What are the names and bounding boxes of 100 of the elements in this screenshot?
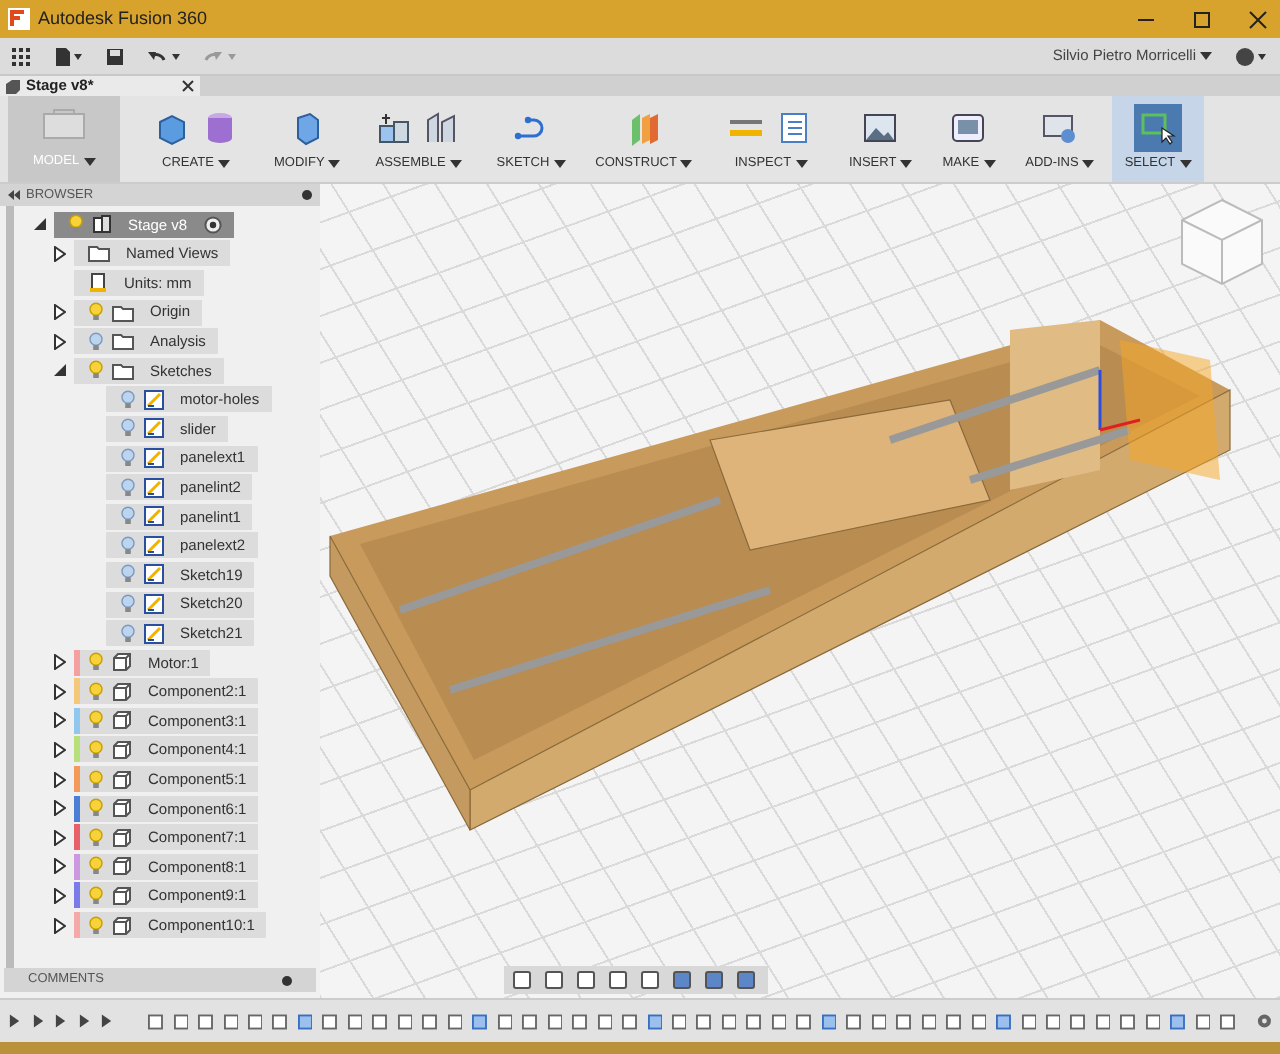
- caret-icon: [680, 160, 693, 169]
- folder-icon: [112, 332, 134, 351]
- viewports-icon[interactable]: [736, 970, 760, 990]
- sketch-icon: [144, 389, 164, 410]
- collapse-panel-icon[interactable]: [8, 190, 20, 200]
- image-icon[interactable]: [862, 110, 899, 146]
- caret-icon: [983, 160, 996, 169]
- light-bulb-icon[interactable]: [120, 506, 136, 527]
- caret-icon: [553, 160, 566, 169]
- component-icon: [112, 915, 132, 936]
- expanded-arrow-icon[interactable]: [34, 217, 48, 232]
- caret-icon: [328, 160, 341, 169]
- select-cursor-icon[interactable]: [1139, 110, 1176, 146]
- box-icon[interactable]: [154, 110, 190, 146]
- folder-icon: [112, 303, 134, 322]
- collapsed-arrow-icon[interactable]: [54, 741, 66, 758]
- light-bulb-icon[interactable]: [88, 739, 104, 760]
- collapsed-arrow-icon[interactable]: [54, 333, 66, 350]
- sketch-icon: [144, 506, 164, 527]
- light-bulb-icon[interactable]: [120, 448, 136, 469]
- collapsed-arrow-icon[interactable]: [54, 829, 66, 846]
- sketch-icon: [144, 448, 164, 469]
- light-bulb-icon[interactable]: [88, 652, 104, 673]
- collapsed-arrow-icon[interactable]: [54, 800, 66, 817]
- printer-icon[interactable]: [950, 110, 987, 146]
- close-icon[interactable]: [1248, 9, 1268, 29]
- caret-icon: [795, 160, 808, 169]
- collapsed-arrow-icon[interactable]: [54, 245, 66, 262]
- caret-icon: [1200, 52, 1212, 60]
- sketch-icon: [144, 594, 164, 615]
- component-icon: [112, 798, 132, 819]
- caret-icon: [1082, 160, 1095, 169]
- light-bulb-icon[interactable]: [88, 827, 104, 848]
- component-icon: [112, 681, 132, 702]
- plane-icon[interactable]: [626, 110, 663, 146]
- component-icon: [112, 827, 132, 848]
- caret-icon: [449, 160, 462, 169]
- light-bulb-icon[interactable]: [88, 302, 104, 323]
- list-icon[interactable]: [776, 110, 813, 146]
- collapsed-arrow-icon[interactable]: [54, 887, 66, 904]
- pin-icon[interactable]: [282, 975, 292, 985]
- file-icon[interactable]: [54, 47, 82, 65]
- collapsed-arrow-icon[interactable]: [54, 771, 66, 788]
- cylinder-icon[interactable]: [202, 110, 238, 146]
- light-bulb-icon[interactable]: [88, 681, 104, 702]
- grid-menu-icon[interactable]: [12, 47, 30, 65]
- component-icon: [112, 739, 132, 760]
- sketch-icon: [144, 477, 164, 498]
- collapsed-arrow-icon[interactable]: [54, 712, 66, 729]
- undo-icon[interactable]: [148, 47, 180, 65]
- collapsed-arrow-icon[interactable]: [54, 917, 66, 934]
- zoom-icon[interactable]: [608, 970, 632, 990]
- collapsed-arrow-icon[interactable]: [54, 683, 66, 700]
- light-bulb-icon[interactable]: [120, 389, 136, 410]
- light-bulb-icon[interactable]: [88, 885, 104, 906]
- grid-icon[interactable]: [704, 970, 728, 990]
- window-title: Autodesk Fusion 360: [38, 5, 208, 32]
- light-bulb-icon[interactable]: [120, 535, 136, 556]
- settings-icon[interactable]: [1255, 1012, 1273, 1030]
- radio-target-icon[interactable]: [203, 215, 222, 234]
- model-workspace-icon: [42, 107, 86, 140]
- component-icon: [112, 885, 132, 906]
- expanded-arrow-icon[interactable]: [54, 363, 68, 378]
- light-bulb-icon[interactable]: [88, 798, 104, 819]
- collapsed-arrow-icon[interactable]: [54, 858, 66, 875]
- fit-icon[interactable]: [640, 970, 664, 990]
- sketch-icon: [144, 623, 164, 644]
- orbit-icon[interactable]: [512, 970, 536, 990]
- light-bulb-icon[interactable]: [120, 477, 136, 498]
- sketch-icon: [144, 564, 164, 585]
- play-icon[interactable]: [77, 1014, 91, 1028]
- light-bulb-icon[interactable]: [88, 769, 104, 790]
- light-bulb-icon[interactable]: [88, 360, 104, 381]
- light-bulb-icon[interactable]: [120, 594, 136, 615]
- light-bulb-icon[interactable]: [120, 418, 136, 439]
- gear-window-icon[interactable]: [1041, 110, 1078, 146]
- light-bulb-icon[interactable]: [88, 710, 104, 731]
- save-icon[interactable]: [106, 47, 124, 65]
- collapsed-arrow-icon[interactable]: [54, 304, 66, 321]
- motion-link-icon[interactable]: [424, 110, 461, 146]
- light-bulb-icon[interactable]: [88, 915, 104, 936]
- joint-icon[interactable]: [376, 110, 413, 146]
- maximize-icon[interactable]: [1192, 9, 1212, 29]
- help-icon[interactable]: [1236, 47, 1268, 65]
- light-bulb-icon[interactable]: [120, 564, 136, 585]
- pan-icon[interactable]: [576, 970, 600, 990]
- component-icon: [112, 769, 132, 790]
- light-bulb-icon[interactable]: [88, 331, 104, 352]
- caret-icon: [83, 157, 96, 165]
- close-icon[interactable]: [182, 80, 194, 92]
- document-icon: [92, 214, 112, 235]
- sketch-icon: [144, 535, 164, 556]
- collapsed-arrow-icon[interactable]: [54, 654, 66, 671]
- display-mode-icon[interactable]: [672, 970, 696, 990]
- app-logo-icon: [8, 8, 30, 30]
- look-at-icon[interactable]: [544, 970, 568, 990]
- light-bulb-icon[interactable]: [88, 856, 104, 877]
- caret-icon: [900, 160, 913, 169]
- light-bulb-icon[interactable]: [120, 623, 136, 644]
- pin-icon[interactable]: [302, 190, 312, 200]
